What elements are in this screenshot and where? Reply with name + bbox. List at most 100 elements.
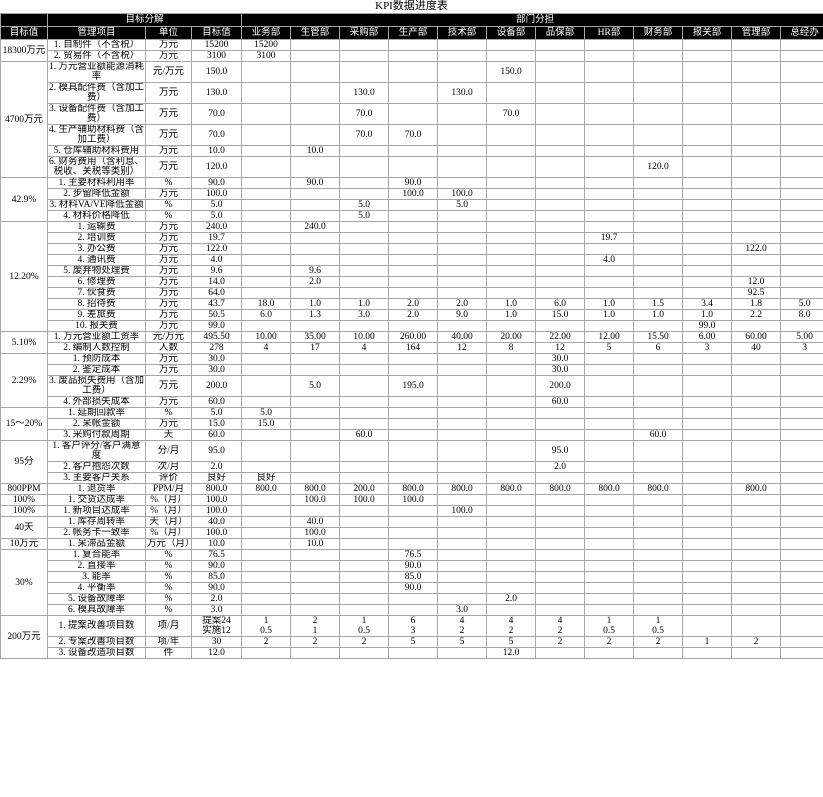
dept-value-cell-4 xyxy=(438,321,486,331)
dept-value-cell-3: 70.0 xyxy=(389,125,437,145)
dept-value-cell-10: 1.8 xyxy=(732,299,780,309)
dept-value-cell-5 xyxy=(487,288,535,298)
unit-cell: 万元 xyxy=(146,419,191,429)
dept-value-cell-1 xyxy=(291,62,339,82)
dept-value-cell-6 xyxy=(536,572,584,582)
dept-value-cell-9 xyxy=(683,419,731,429)
dept-value-cell-11 xyxy=(781,51,823,61)
table-row: 2. 编制人数控制 人数 278 4 17 4 164 12 8 12 5 6 3 40 3 xyxy=(1,343,823,353)
dept-value-cell-11: 3 xyxy=(781,343,823,353)
dept-value-cell-5: 5 xyxy=(487,637,535,647)
dept-value-cell-6 xyxy=(536,40,584,50)
dept-value-cell-0: 3100 xyxy=(242,51,290,61)
goal-value-cell: 2.0 xyxy=(192,594,241,604)
table-row: 2. 直接率% 90.0 90.0 xyxy=(1,561,823,571)
dept-value-cell-9 xyxy=(683,255,731,265)
dept-value-cell-9 xyxy=(683,605,731,615)
dept-value-cell-0 xyxy=(242,266,290,276)
dept-value-cell-2: 100.0 xyxy=(340,495,388,505)
dept-value-cell-7 xyxy=(585,365,633,375)
table-row: 4. 生产辅助材料费（含加工费） 万元 70.0 70.0 70.0 xyxy=(1,125,823,145)
goal-value-cell: 15.0 xyxy=(192,419,241,429)
dept-value-cell-3 xyxy=(389,62,437,82)
management-item-cell: 2. 鉴定成本 xyxy=(48,365,145,375)
dept-value-cell-10 xyxy=(732,178,780,188)
unit-cell: 万元 xyxy=(146,125,191,145)
dept-value-cell-0 xyxy=(242,528,290,538)
unit-cell: 件 xyxy=(146,648,191,658)
dept-value-cell-7: 12.00 xyxy=(585,332,633,342)
dept-value-cell-3 xyxy=(389,222,437,232)
dept-value-cell-11 xyxy=(781,550,823,560)
dept-value-cell-10 xyxy=(732,419,780,429)
unit-cell: 万元 xyxy=(146,321,191,331)
dept-value-cell-8 xyxy=(634,189,682,199)
goal-value-cell: 12.0 xyxy=(192,648,241,658)
dept-value-cell-10 xyxy=(732,40,780,50)
dept-value-cell-3 xyxy=(389,506,437,516)
dept-value-cell-4 xyxy=(438,244,486,254)
goal-value-cell: 85.0 xyxy=(192,572,241,582)
dept-value-cell-8: 120.0 xyxy=(634,157,682,177)
dept-value-cell-6 xyxy=(536,473,584,483)
dept-value-cell-10 xyxy=(732,189,780,199)
dept-value-cell-3 xyxy=(389,321,437,331)
dept-value-cell-3 xyxy=(389,648,437,658)
dept-value-cell-2 xyxy=(340,266,388,276)
management-item-cell: 7. 伙食费 xyxy=(48,288,145,298)
dept-value-cell-2 xyxy=(340,506,388,516)
dept-value-cell-4: 5 xyxy=(438,637,486,647)
dept-value-cell-2 xyxy=(340,376,388,396)
table-row: 42.9% 1. 主要材料利用率% 90.0 90.0 90.0 xyxy=(1,178,823,221)
dept-value-cell-8 xyxy=(634,550,682,560)
dept-value-cell-10 xyxy=(732,211,780,221)
dept-value-cell-7: 1 0.5 xyxy=(585,616,633,636)
dept-value-cell-11: 5.00 xyxy=(781,332,823,342)
dept-value-cell-4: 5.0 xyxy=(438,200,486,210)
table-row: 6. 财务费用（含利息、税收、关税等类别） 万元 120.0 120.0 xyxy=(1,157,823,177)
dept-value-cell-0: 2 xyxy=(242,637,290,647)
management-item-cell: 2. 专案改善项目数 xyxy=(48,637,145,647)
dept-value-cell-10 xyxy=(732,517,780,527)
unit-cell: % xyxy=(146,200,191,210)
dept-value-cell-8 xyxy=(634,605,682,615)
dept-value-cell-1: 35.00 xyxy=(291,332,339,342)
unit-cell: % xyxy=(146,583,191,593)
goal-value-cell: 100.0 xyxy=(192,495,241,505)
target-value-cell: 100% xyxy=(1,506,47,516)
dept-value-cell-9 xyxy=(683,178,731,188)
dept-value-cell-9 xyxy=(683,288,731,298)
dept-value-cell-0: 6.0 xyxy=(242,310,290,320)
dept-value-cell-6 xyxy=(536,321,584,331)
dept-value-cell-3 xyxy=(389,365,437,375)
dept-value-cell-2: 200.0 xyxy=(340,484,388,494)
dept-value-cell-2: 60.0 xyxy=(340,430,388,440)
dept-value-cell-5 xyxy=(487,244,535,254)
goal-value-cell: 70.0 xyxy=(192,104,241,124)
dept-value-cell-8 xyxy=(634,648,682,658)
dept-value-cell-6 xyxy=(536,222,584,232)
dept-value-cell-9 xyxy=(683,83,731,103)
management-item-cell: 1. 交货达成率 xyxy=(48,495,145,505)
unit-cell: 天 xyxy=(146,430,191,440)
unit-cell: 评价 xyxy=(146,473,191,483)
dept-value-cell-8 xyxy=(634,266,682,276)
dept-value-cell-2: 3.0 xyxy=(340,310,388,320)
dept-value-cell-11 xyxy=(781,277,823,287)
goal-value-cell: 9.6 xyxy=(192,266,241,276)
unit-cell: 万元 xyxy=(146,277,191,287)
dept-value-cell-11 xyxy=(781,233,823,243)
dept-value-cell-9: 1 xyxy=(683,637,731,647)
dept-value-cell-7 xyxy=(585,430,633,440)
goal-value-cell: 4.0 xyxy=(192,255,241,265)
dept-value-cell-2 xyxy=(340,605,388,615)
dept-value-cell-9 xyxy=(683,146,731,156)
dept-value-cell-6 xyxy=(536,495,584,505)
dept-value-cell-0 xyxy=(242,550,290,560)
dept-value-cell-6 xyxy=(536,430,584,440)
management-item-cell: 2. 客户抱怨次数 xyxy=(48,462,145,472)
dept-value-cell-1 xyxy=(291,473,339,483)
table-row: 2. 步留降低金额 万元 100.0 100.0 100.0 xyxy=(1,189,823,199)
unit-cell: 万元 xyxy=(146,146,191,156)
dept-value-cell-9 xyxy=(683,408,731,418)
